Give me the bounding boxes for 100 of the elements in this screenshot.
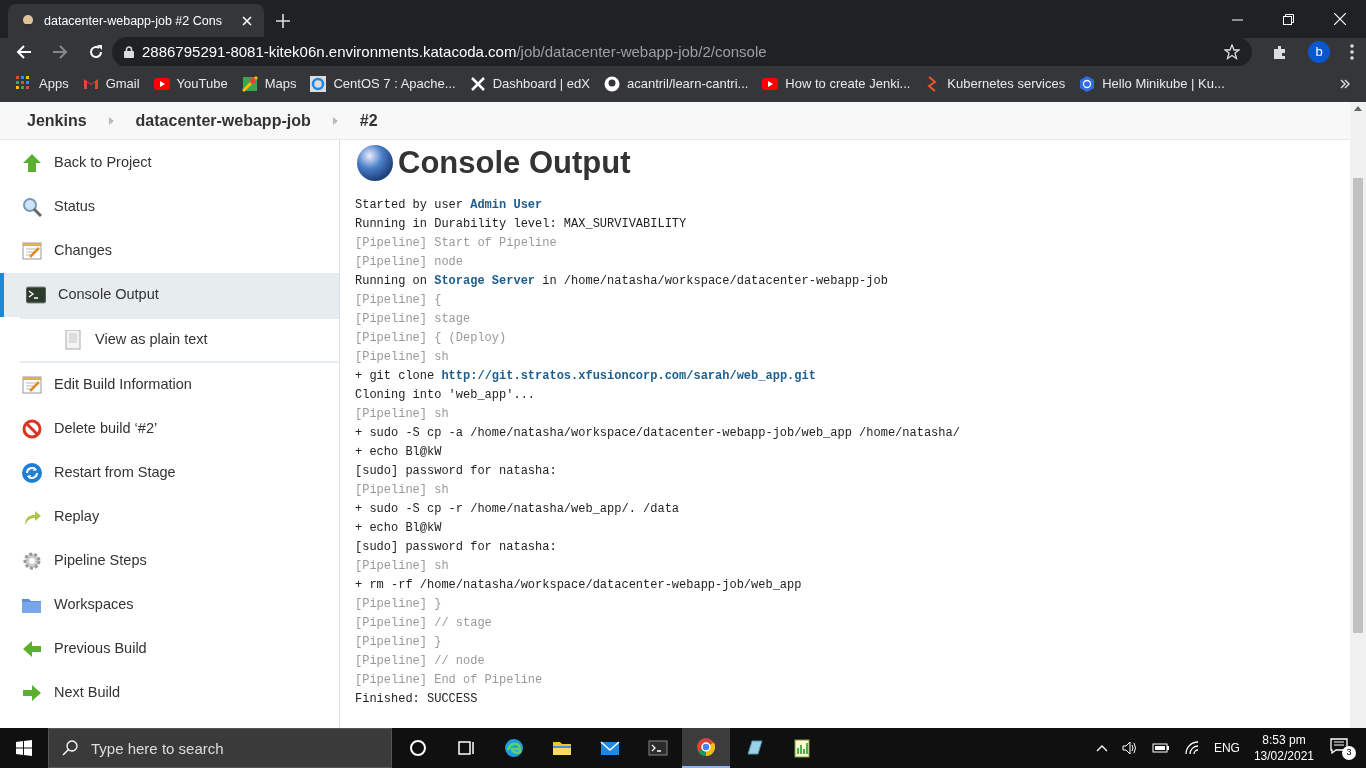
speaker-icon	[1121, 741, 1138, 755]
more-icon	[1350, 44, 1354, 60]
close-icon	[242, 16, 252, 26]
console-text: [sudo] password for natasha:	[355, 539, 557, 556]
sidebar-item[interactable]: Next Build	[0, 671, 339, 715]
windows-logo-icon	[16, 740, 32, 756]
console-text: Finished: SUCCESS	[355, 691, 478, 708]
console-text: [sudo] password for natasha:	[355, 463, 557, 480]
bookmark-link[interactable]: Maps	[264, 74, 297, 94]
sidebar-item[interactable]: Workspaces	[0, 583, 339, 627]
console-text: [Pipeline] Start of Pipeline	[355, 235, 557, 252]
apps-grid-icon	[16, 76, 32, 92]
chrome-logo-icon	[696, 737, 716, 757]
sidebar-item[interactable]: Replay	[0, 495, 339, 539]
console-text: + echo Bl@kW	[355, 444, 442, 461]
play-icon	[153, 76, 170, 92]
console-text: [Pipeline] sh	[355, 406, 449, 423]
bookmark-link[interactable]: Kubernetes services	[947, 74, 1066, 94]
browser-tab[interactable]: datacenter-webapp-job #2 Cons	[8, 4, 264, 38]
x-logo-icon	[469, 76, 486, 92]
sidebar-item[interactable]: Delete build ‘#2’	[0, 407, 339, 451]
up-arrow-icon	[22, 153, 42, 173]
console-text: [Pipeline] { (Deploy)	[355, 330, 507, 347]
bookmark-link[interactable]: acantril/learn-cantri...	[626, 74, 749, 94]
search-icon	[62, 740, 78, 756]
console-text: [Pipeline] }	[355, 634, 442, 651]
sidebar-item[interactable]: Restart from Stage	[0, 451, 339, 495]
prohibited-icon	[22, 419, 42, 439]
chevrons-icon	[1340, 79, 1350, 89]
console-link[interactable]: http://git.stratos.xfusioncorp.com/sarah/web_app.git	[441, 367, 816, 386]
bookmark-link[interactable]: Apps	[39, 74, 69, 94]
breadcrumb-link[interactable]: #2	[359, 108, 378, 133]
breadcrumb-link[interactable]: Jenkins	[27, 108, 87, 133]
star-icon	[1224, 44, 1240, 60]
restore-icon	[1283, 13, 1294, 25]
console-text: + sudo -S cp -a /home/natasha/workspace/datacenter-webapp-job/web_app /home/natasha/	[355, 425, 960, 442]
language-indicator[interactable]: ENG	[1213, 739, 1240, 757]
bookmark-link[interactable]: YouTube	[176, 74, 228, 94]
console-text: [Pipeline] End of Pipeline	[355, 672, 543, 689]
map-icon	[241, 76, 258, 92]
sidebar-item[interactable]: Status	[0, 185, 339, 229]
new-tab-icon	[276, 14, 290, 28]
sidebar-item[interactable]: Pipeline Steps	[0, 539, 339, 583]
clock[interactable]: 8:53 pm 13/02/2021	[1253, 732, 1314, 764]
mail-icon	[82, 76, 99, 92]
terminal-icon	[648, 738, 668, 758]
forward-icon	[52, 44, 68, 60]
console-text: in /home/natasha/workspace/datacenter-webapp-job	[541, 273, 888, 290]
console-text: [Pipeline] node	[355, 254, 464, 271]
console-text: [Pipeline] sh	[355, 482, 449, 499]
console-text: + sudo -S cp -r /home/natasha/web_app/. /data	[355, 501, 680, 518]
terminal-icon	[26, 285, 46, 305]
sphere-icon	[355, 143, 395, 183]
gear-icon	[22, 551, 42, 571]
sidebar-item[interactable]: Console Output	[0, 273, 339, 317]
sidebar-item[interactable]: Changes	[0, 229, 339, 273]
circular-arrows-icon	[22, 463, 42, 483]
console-text: + rm -rf /home/natasha/workspace/datacenter-webapp-job/web_app	[355, 577, 802, 594]
puzzle-icon	[1272, 44, 1288, 60]
play-icon	[762, 76, 779, 92]
sidebar-item[interactable]: View as plain text	[20, 317, 339, 363]
sidebar-item[interactable]: Back to Project	[0, 141, 339, 185]
task-view-icon	[456, 738, 476, 758]
profile-avatar[interactable]: b	[1308, 41, 1330, 63]
address-bar[interactable]: 2886795291-8081-kitek06n.environments.katacoda.com/job/datacenter-webapp-job/2/console	[112, 37, 1252, 67]
breadcrumb-link[interactable]: datacenter-webapp-job	[135, 108, 311, 133]
url-text: 2886795291-8081-kitek06n.environments.katacoda.com/job/datacenter-webapp-job/2/console	[142, 41, 767, 62]
swirl-logo-icon	[504, 738, 524, 758]
console-text: [Pipeline] sh	[355, 349, 449, 366]
reload-icon	[88, 44, 104, 60]
bookmark-link[interactable]: CentOS 7 : Apache...	[333, 74, 456, 94]
bookmark-link[interactable]: Dashboard | edX	[492, 74, 590, 94]
console-text: [Pipeline] {	[355, 292, 442, 309]
bookmark-link[interactable]: Gmail	[105, 74, 140, 94]
console-text: + echo Bl@kW	[355, 520, 442, 537]
console-link[interactable]: Storage Server	[434, 272, 536, 291]
console-text: Started by user	[355, 197, 465, 214]
console-text: Cloning into 'web_app'...	[355, 387, 536, 404]
document-icon	[63, 330, 83, 350]
left-arrow-icon	[22, 639, 42, 659]
taskbar-search-field[interactable]: Type here to search	[48, 728, 392, 768]
chevron-up-icon	[1095, 744, 1108, 752]
console-text: + git clone	[355, 368, 436, 385]
console-text: [Pipeline] // stage	[355, 615, 492, 632]
magnifier-icon	[22, 197, 42, 217]
taskbar-app[interactable]	[682, 728, 730, 768]
chart-notepad-icon	[792, 738, 812, 758]
sidebar-item[interactable]: Edit Build Information	[0, 363, 339, 407]
sidebar-item[interactable]: Previous Build	[0, 627, 339, 671]
console-link[interactable]: Admin User	[470, 196, 543, 215]
console-text: Running on	[355, 273, 428, 290]
lock-icon	[124, 46, 134, 58]
bookmark-link[interactable]: How to create Jenki...	[785, 74, 911, 94]
chevron-icon	[108, 116, 114, 125]
console-text: [Pipeline] }	[355, 596, 442, 613]
console-text: [Pipeline] sh	[355, 558, 449, 575]
tab-title: datacenter-webapp-job #2 Cons	[44, 12, 222, 30]
scrollbar[interactable]	[1350, 102, 1366, 728]
chevron-icon	[332, 116, 338, 125]
bookmark-link[interactable]: Hello Minikube | Ku...	[1102, 74, 1225, 94]
